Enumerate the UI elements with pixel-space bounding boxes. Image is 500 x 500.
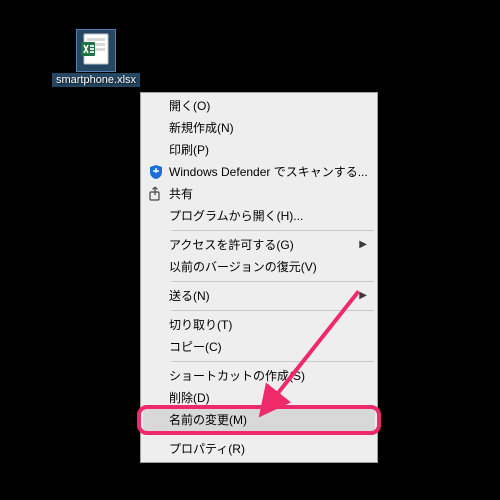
menu-item[interactable]: コピー(C)	[143, 336, 375, 358]
menu-item-label: コピー(C)	[169, 336, 355, 358]
menu-item-label: 以前のバージョンの復元(V)	[169, 256, 355, 278]
menu-item[interactable]: 以前のバージョンの復元(V)	[143, 256, 375, 278]
menu-item[interactable]: 削除(D)	[143, 387, 375, 409]
excel-file-icon	[77, 30, 115, 71]
menu-item-label: アクセスを許可する(G)	[169, 234, 355, 256]
menu-item-label: 削除(D)	[169, 387, 355, 409]
menu-item[interactable]: 開く(O)	[143, 95, 375, 117]
submenu-arrow-icon: ▶	[355, 234, 367, 256]
desktop-file-icon[interactable]: smartphone.xlsx	[52, 30, 140, 87]
menu-item-label: ショートカットの作成(S)	[169, 365, 355, 387]
menu-separator	[172, 281, 374, 282]
menu-item[interactable]: 新規作成(N)	[143, 117, 375, 139]
menu-item-label: 開く(O)	[169, 95, 355, 117]
menu-item[interactable]: 共有	[143, 183, 375, 205]
defender-icon	[143, 164, 169, 180]
menu-separator	[172, 230, 374, 231]
context-menu: 開く(O)新規作成(N)印刷(P)Windows Defender でスキャンす…	[140, 92, 378, 463]
menu-item-label: Windows Defender でスキャンする...	[169, 161, 368, 183]
share-icon	[143, 186, 169, 202]
menu-item[interactable]: ショートカットの作成(S)	[143, 365, 375, 387]
menu-item[interactable]: プロパティ(R)	[143, 438, 375, 460]
menu-item-label: 送る(N)	[169, 285, 355, 307]
menu-item[interactable]: プログラムから開く(H)...	[143, 205, 375, 227]
menu-separator	[172, 434, 374, 435]
menu-item[interactable]: 印刷(P)	[143, 139, 375, 161]
menu-item-label: 共有	[169, 183, 355, 205]
menu-item-label: プロパティ(R)	[169, 438, 355, 460]
desktop: smartphone.xlsx 開く(O)新規作成(N)印刷(P)Windows…	[0, 0, 500, 500]
menu-item[interactable]: アクセスを許可する(G)▶	[143, 234, 375, 256]
menu-item[interactable]: 切り取り(T)	[143, 314, 375, 336]
menu-item[interactable]: Windows Defender でスキャンする...	[143, 161, 375, 183]
menu-item-label: 切り取り(T)	[169, 314, 355, 336]
menu-separator	[172, 361, 374, 362]
submenu-arrow-icon: ▶	[355, 285, 367, 307]
menu-item-label: 名前の変更(M)	[169, 409, 355, 431]
menu-item-label: 印刷(P)	[169, 139, 355, 161]
menu-item[interactable]: 名前の変更(M)	[143, 409, 375, 431]
desktop-file-label: smartphone.xlsx	[52, 73, 140, 87]
menu-item-label: 新規作成(N)	[169, 117, 355, 139]
menu-item-label: プログラムから開く(H)...	[169, 205, 355, 227]
menu-separator	[172, 310, 374, 311]
menu-item[interactable]: 送る(N)▶	[143, 285, 375, 307]
